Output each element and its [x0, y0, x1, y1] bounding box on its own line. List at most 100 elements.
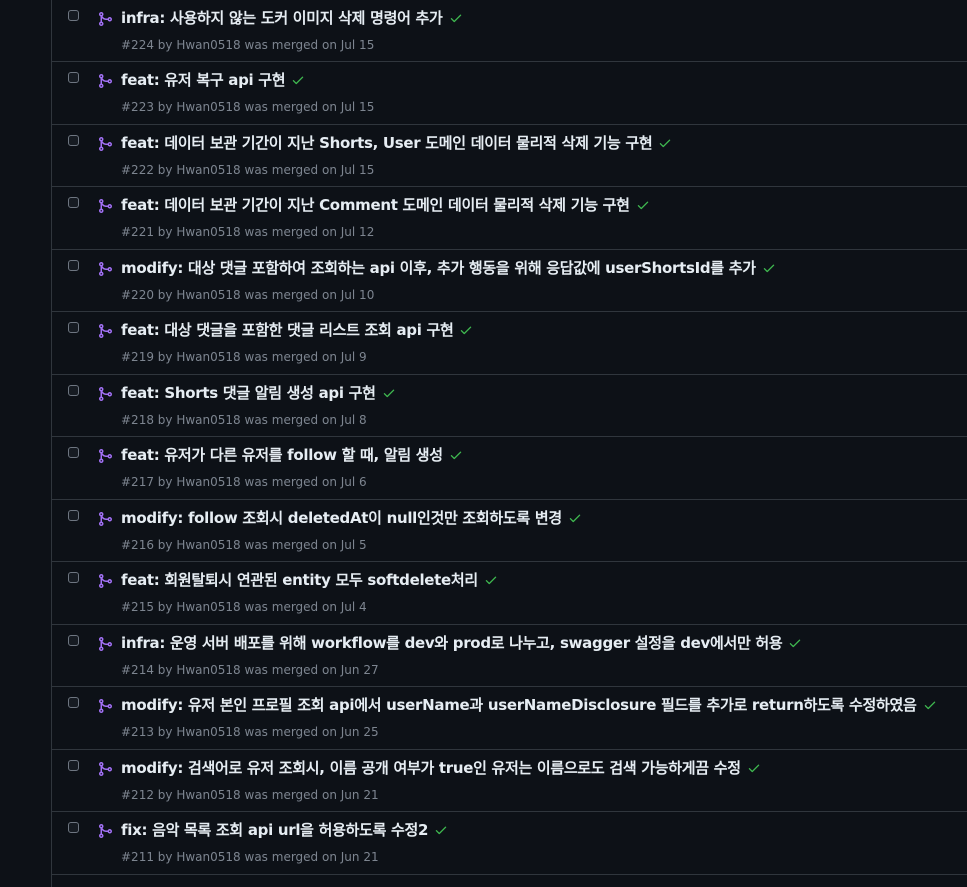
- pull-request-number[interactable]: #213: [121, 725, 154, 739]
- pull-request-title[interactable]: feat: 대상 댓글을 포함한 댓글 리스트 조회 api 구현: [121, 320, 454, 340]
- merged-date: Jul 15: [340, 162, 375, 177]
- pull-request-row[interactable]: feat: 데이터 보관 기간이 지난 Shorts, User 도메인 데이터…: [52, 125, 967, 187]
- pull-request-row[interactable]: modify: 유저 본인 프로필 조회 api에서 userName과 use…: [52, 687, 967, 750]
- select-checkbox[interactable]: [68, 322, 79, 333]
- author-link[interactable]: Hwan0518: [176, 475, 240, 489]
- check-success-icon[interactable]: [449, 11, 463, 25]
- author-link[interactable]: Hwan0518: [176, 538, 240, 552]
- pull-request-row[interactable]: modify: follow 조회시 deletedAt이 null인것만 조회…: [52, 500, 967, 562]
- author-link[interactable]: Hwan0518: [176, 163, 240, 177]
- select-checkbox[interactable]: [68, 447, 79, 458]
- author-link[interactable]: Hwan0518: [176, 600, 240, 614]
- author-link[interactable]: Hwan0518: [176, 663, 240, 677]
- author-link[interactable]: Hwan0518: [176, 350, 240, 364]
- git-merge-icon: [99, 324, 113, 338]
- merged-date: Jul 4: [340, 600, 367, 614]
- title-line: modify: 유저 본인 프로필 조회 api에서 userName과 use…: [121, 695, 937, 715]
- pull-request-number[interactable]: #211: [121, 850, 154, 864]
- check-success-icon[interactable]: [382, 386, 396, 400]
- pull-request-list: infra: 사용하지 않는 도커 이미지 삭제 명령어 추가 #224 by …: [51, 0, 967, 887]
- pull-request-title[interactable]: infra: 사용하지 않는 도커 이미지 삭제 명령어 추가: [121, 8, 443, 28]
- check-success-icon[interactable]: [434, 823, 448, 837]
- pull-request-number[interactable]: #217: [121, 475, 154, 489]
- pull-request-number[interactable]: #222: [121, 163, 154, 177]
- pull-request-meta: #224 by Hwan0518 was merged on Jul 15: [121, 37, 374, 53]
- pull-request-title[interactable]: modify: follow 조회시 deletedAt이 null인것만 조회…: [121, 508, 562, 528]
- select-checkbox[interactable]: [68, 759, 79, 771]
- pull-request-title[interactable]: modify: 대상 댓글 포함하여 조회하는 api 이후, 추가 행동을 위…: [121, 258, 756, 278]
- select-checkbox[interactable]: [68, 509, 79, 521]
- pull-request-title[interactable]: infra: 운영 서버 배포를 위해 workflow를 dev와 prod로…: [121, 633, 783, 653]
- pull-request-row[interactable]: fix: 음악 목록 조회 api url을 허용하도록 수정2 #211 by…: [52, 812, 967, 875]
- by-text: by: [157, 412, 173, 427]
- select-checkbox[interactable]: [68, 10, 79, 21]
- select-checkbox[interactable]: [68, 134, 79, 146]
- pull-request-row[interactable]: feat: 유저가 다른 유저를 follow 할 때, 알림 생성 #217 …: [52, 437, 967, 500]
- pull-request-row[interactable]: infra: 사용하지 않는 도커 이미지 삭제 명령어 추가 #224 by …: [52, 0, 967, 62]
- pull-request-row[interactable]: modify: 검색어로 유저 조회시, 이름 공개 여부가 true인 유저는…: [52, 750, 967, 812]
- pull-request-row[interactable]: feat: Shorts 댓글 알림 생성 api 구현 #218 by Hwa…: [52, 375, 967, 437]
- pull-request-row[interactable]: feat: 회원탈퇴시 연관된 entity 모두 softdelete처리 #…: [52, 562, 967, 625]
- pull-request-row[interactable]: feat: 데이터 보관 기간이 지난 Comment 도메인 데이터 물리적 …: [52, 187, 967, 250]
- author-link[interactable]: Hwan0518: [176, 725, 240, 739]
- merged-text: was merged on: [244, 850, 337, 864]
- select-checkbox[interactable]: [68, 572, 79, 583]
- pull-request-meta: #217 by Hwan0518 was merged on Jul 6: [121, 474, 367, 490]
- check-success-icon[interactable]: [459, 323, 473, 337]
- pull-request-title[interactable]: feat: 유저 복구 api 구현: [121, 70, 286, 90]
- pull-request-number[interactable]: #224: [121, 38, 154, 52]
- select-checkbox[interactable]: [68, 384, 79, 396]
- merged-date: Jul 15: [340, 100, 375, 114]
- select-checkbox[interactable]: [68, 697, 79, 708]
- pull-request-title[interactable]: modify: 검색어로 유저 조회시, 이름 공개 여부가 true인 유저는…: [121, 758, 741, 778]
- pull-request-title[interactable]: feat: 데이터 보관 기간이 지난 Comment 도메인 데이터 물리적 …: [121, 195, 630, 215]
- select-checkbox[interactable]: [68, 197, 79, 208]
- pull-request-title[interactable]: feat: Shorts 댓글 알림 생성 api 구현: [121, 383, 376, 403]
- by-text: by: [157, 600, 173, 614]
- pull-request-number[interactable]: #220: [121, 288, 154, 302]
- check-success-icon[interactable]: [636, 198, 650, 212]
- check-success-icon[interactable]: [449, 448, 463, 462]
- pull-request-title[interactable]: feat: 유저가 다른 유저를 follow 할 때, 알림 생성: [121, 445, 443, 465]
- author-link[interactable]: Hwan0518: [176, 100, 240, 114]
- pull-request-title[interactable]: fix: 음악 목록 조회 api url을 허용하도록 수정2: [121, 820, 428, 840]
- author-link[interactable]: Hwan0518: [176, 288, 240, 302]
- pull-request-number[interactable]: #219: [121, 350, 154, 364]
- pull-request-row[interactable]: feat: 대상 댓글을 포함한 댓글 리스트 조회 api 구현 #219 b…: [52, 312, 967, 375]
- check-success-icon[interactable]: [923, 698, 937, 712]
- check-success-icon[interactable]: [658, 136, 672, 150]
- author-link[interactable]: Hwan0518: [176, 38, 240, 52]
- pull-request-row[interactable]: infra: 운영 서버 배포를 위해 workflow를 dev와 prod로…: [52, 625, 967, 687]
- author-link[interactable]: Hwan0518: [176, 850, 240, 864]
- select-checkbox[interactable]: [68, 259, 79, 271]
- pull-request-number[interactable]: #221: [121, 225, 154, 239]
- author-link[interactable]: Hwan0518: [176, 225, 240, 239]
- pull-request-row[interactable]: feat: 유저 복구 api 구현 #223 by Hwan0518 was …: [52, 62, 967, 125]
- check-success-icon[interactable]: [762, 261, 776, 275]
- pull-request-title[interactable]: modify: 유저 본인 프로필 조회 api에서 userName과 use…: [121, 695, 917, 715]
- pull-request-number[interactable]: #214: [121, 663, 154, 677]
- author-link[interactable]: Hwan0518: [176, 788, 240, 802]
- check-success-icon[interactable]: [291, 73, 305, 87]
- check-success-icon[interactable]: [788, 636, 802, 650]
- pull-request-row[interactable]: modify: 대상 댓글 포함하여 조회하는 api 이후, 추가 행동을 위…: [52, 250, 967, 312]
- author-link[interactable]: Hwan0518: [176, 413, 240, 427]
- pull-request-title[interactable]: feat: 데이터 보관 기간이 지난 Shorts, User 도메인 데이터…: [121, 133, 653, 153]
- pull-request-number[interactable]: #216: [121, 538, 154, 552]
- check-success-icon[interactable]: [568, 511, 582, 525]
- pull-request-number[interactable]: #212: [121, 788, 154, 802]
- select-checkbox[interactable]: [68, 72, 79, 83]
- title-line: feat: 회원탈퇴시 연관된 entity 모두 softdelete처리: [121, 570, 498, 590]
- pull-request-meta: #211 by Hwan0518 was merged on Jun 21: [121, 849, 379, 865]
- select-checkbox[interactable]: [68, 634, 79, 646]
- check-success-icon[interactable]: [747, 761, 761, 775]
- select-checkbox[interactable]: [68, 822, 79, 833]
- pull-request-number[interactable]: #215: [121, 600, 154, 614]
- pull-request-title[interactable]: feat: 회원탈퇴시 연관된 entity 모두 softdelete처리: [121, 570, 478, 590]
- by-text: by: [157, 787, 173, 802]
- by-text: by: [157, 725, 173, 739]
- pull-request-number[interactable]: #218: [121, 413, 154, 427]
- check-success-icon[interactable]: [484, 573, 498, 587]
- pull-request-number[interactable]: #223: [121, 100, 154, 114]
- pull-request-meta: #218 by Hwan0518 was merged on Jul 8: [121, 412, 367, 428]
